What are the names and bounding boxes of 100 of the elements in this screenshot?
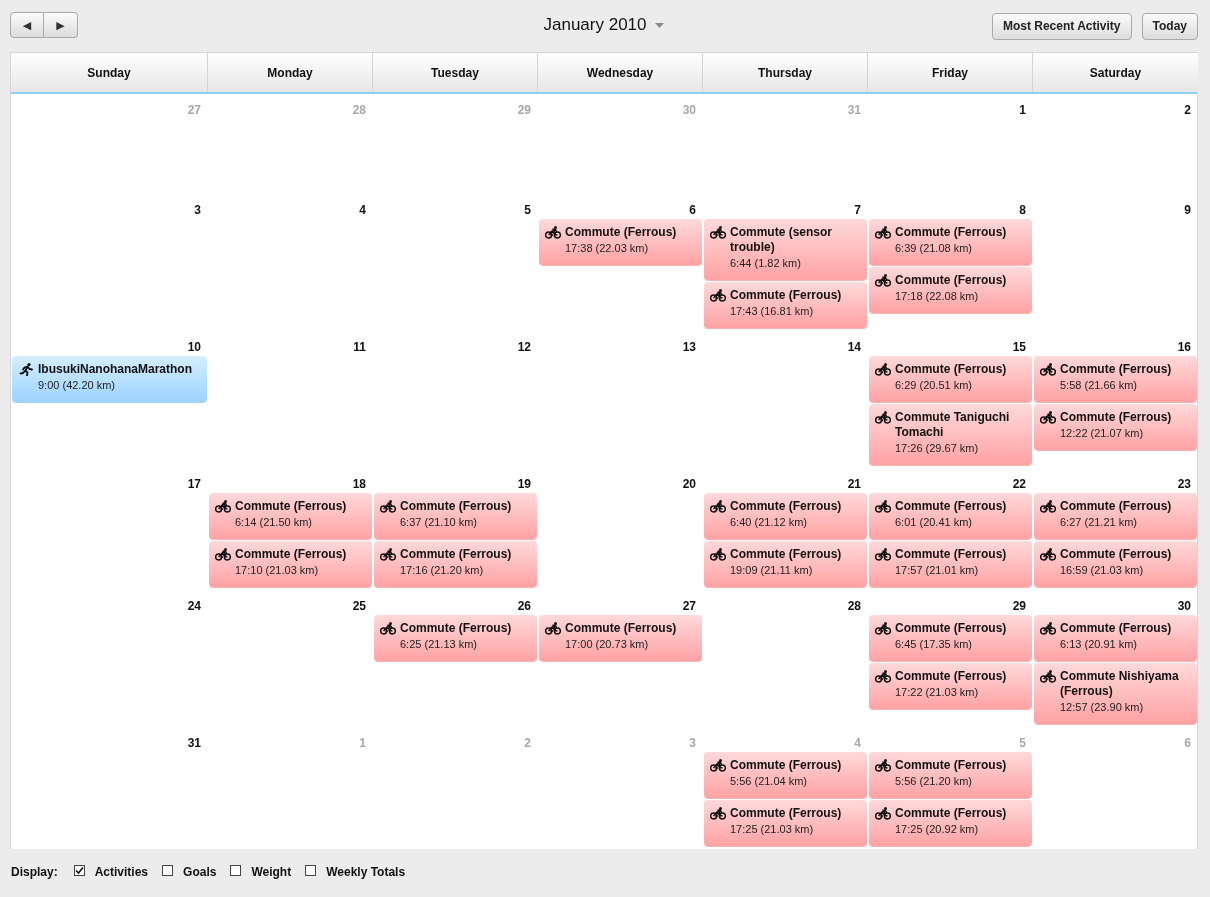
activity-title: Commute (Ferrous): [1060, 621, 1172, 636]
month-picker[interactable]: January 2010: [539, 13, 668, 37]
activity-entry[interactable]: Commute (Ferrous) 17:38 (22.03 km): [539, 219, 702, 265]
day-number: 7: [854, 203, 861, 217]
next-month-button[interactable]: ▶: [44, 12, 78, 38]
activity-entry[interactable]: Commute (Ferrous) 5:58 (21.66 km): [1034, 356, 1197, 402]
activity-entry[interactable]: Commute (Ferrous) 19:09 (21.11 km): [704, 541, 867, 587]
activity-entry[interactable]: Commute (Ferrous) 6:45 (17.35 km): [869, 615, 1032, 661]
activity-entry[interactable]: Commute (Ferrous) 6:13 (20.91 km): [1034, 615, 1197, 661]
activity-title: Commute (Ferrous): [1060, 362, 1172, 377]
day-number: 6: [689, 203, 696, 217]
activity-time-distance: 6:45 (17.35 km): [895, 637, 974, 652]
activity-time-distance: 17:18 (22.08 km): [895, 289, 980, 304]
bicycle-icon: [380, 622, 396, 635]
day-number: 12: [517, 340, 531, 354]
day-number: 3: [194, 203, 201, 217]
day-number: 8: [1019, 203, 1026, 217]
bicycle-icon: [875, 548, 891, 561]
activity-time-distance: 17:25 (20.92 km): [895, 822, 980, 837]
day-number: 15: [1012, 340, 1026, 354]
activity-entry[interactable]: Commute (Ferrous) 16:59 (21.03 km): [1034, 541, 1197, 587]
bicycle-icon: [875, 363, 891, 376]
day-number: 11: [353, 340, 366, 354]
checkbox[interactable]: [73, 864, 85, 876]
day-number: 2: [1184, 103, 1191, 117]
checkbox[interactable]: [305, 864, 317, 876]
bicycle-icon: [1040, 622, 1056, 635]
activity-entry[interactable]: Commute (Ferrous) 17:10 (21.03 km): [209, 541, 372, 587]
day-number: 29: [1012, 599, 1026, 613]
activity-title: Commute (Ferrous): [895, 499, 1007, 514]
activity-entry[interactable]: Commute (Ferrous) 6:39 (21.08 km): [869, 219, 1032, 265]
activity-entry[interactable]: IbusukiNanohanaMarathon 9:00 (42.20 km): [12, 356, 207, 402]
activity-time-distance: 6:44 (1.82 km): [730, 256, 802, 271]
activity-time-distance: 6:27 (21.21 km): [1060, 515, 1139, 530]
activity-entry[interactable]: Commute (Ferrous) 5:56 (21.04 km): [704, 752, 867, 798]
day-number: 18: [352, 477, 366, 491]
activity-title: Commute (Ferrous): [730, 288, 842, 303]
bicycle-icon: [875, 670, 891, 683]
activity-entry[interactable]: Commute (Ferrous) 6:27 (21.21 km): [1034, 493, 1197, 539]
bicycle-icon: [1040, 548, 1056, 561]
activity-entry[interactable]: Commute (Ferrous) 6:29 (20.51 km): [869, 356, 1032, 402]
toolbar-button[interactable]: Most Recent Activity: [991, 12, 1132, 40]
day-number: 19: [517, 477, 531, 491]
activity-entry[interactable]: Commute (Ferrous) 12:22 (21.07 km): [1034, 404, 1197, 450]
day-number: 6: [1184, 736, 1191, 750]
activity-time-distance: 6:40 (21.12 km): [730, 515, 809, 530]
activity-time-distance: 12:57 (23.90 km): [1060, 700, 1145, 715]
activity-title: Commute (Ferrous): [1060, 410, 1172, 425]
activity-entry[interactable]: Commute (Ferrous) 17:22 (21.03 km): [869, 663, 1032, 709]
day-number: 4: [854, 736, 861, 750]
activity-entry[interactable]: Commute (Ferrous) 17:00 (20.73 km): [539, 615, 702, 661]
activity-time-distance: 5:56 (21.04 km): [730, 774, 809, 789]
activity-entry[interactable]: Commute (Ferrous) 6:37 (21.10 km): [374, 493, 537, 539]
weekday-header: Tuesday: [373, 53, 538, 92]
runner-icon: [18, 363, 34, 376]
activity-time-distance: 17:22 (21.03 km): [895, 685, 980, 700]
activity-title: Commute (Ferrous): [565, 225, 677, 240]
activity-entry[interactable]: Commute (Ferrous) 17:25 (20.92 km): [869, 800, 1032, 846]
activity-entry[interactable]: Commute (Ferrous) 17:25 (21.03 km): [704, 800, 867, 846]
day-number: 1: [1019, 103, 1026, 117]
activity-entry[interactable]: Commute (Ferrous) 17:43 (16.81 km): [704, 282, 867, 328]
activity-title: IbusukiNanohanaMarathon: [38, 362, 192, 377]
activity-entry[interactable]: Commute Nishiyama (Ferrous) 12:57 (23.90 km): [1034, 663, 1197, 724]
previous-month-button[interactable]: ◀: [10, 12, 44, 38]
activity-title: Commute (Ferrous): [235, 499, 347, 514]
activity-title: Commute (Ferrous): [565, 621, 677, 636]
activity-title: Commute (sensor trouble): [730, 225, 834, 255]
activity-entry[interactable]: Commute (Ferrous) 5:56 (21.20 km): [869, 752, 1032, 798]
day-number: 23: [1177, 477, 1191, 491]
activity-entry[interactable]: Commute (Ferrous) 6:14 (21.50 km): [209, 493, 372, 539]
activity-title: Commute (Ferrous): [895, 273, 1007, 288]
checkbox[interactable]: [162, 864, 174, 876]
activity-entry[interactable]: Commute (Ferrous) 17:16 (21.20 km): [374, 541, 537, 587]
bicycle-icon: [875, 274, 891, 287]
activity-entry[interactable]: Commute (Ferrous) 6:01 (20.41 km): [869, 493, 1032, 539]
weekday-header: Friday: [868, 53, 1033, 92]
checkbox[interactable]: [230, 864, 242, 876]
activity-time-distance: 6:14 (21.50 km): [235, 515, 314, 530]
activity-entry[interactable]: Commute (Ferrous) 6:40 (21.12 km): [704, 493, 867, 539]
activity-entry[interactable]: Commute (Ferrous) 17:57 (21.01 km): [869, 541, 1032, 587]
bicycle-icon: [380, 500, 396, 513]
bicycle-icon: [1040, 500, 1056, 513]
activity-time-distance: 17:38 (22.03 km): [565, 241, 650, 256]
checkbox-label: Weekly Totals: [326, 865, 406, 879]
activity-title: Commute (Ferrous): [895, 362, 1007, 377]
activity-title: Commute (Ferrous): [235, 547, 347, 562]
day-number: 24: [187, 599, 201, 613]
activity-time-distance: 16:59 (21.03 km): [1060, 563, 1145, 578]
day-number: 21: [847, 477, 861, 491]
activity-entry[interactable]: Commute (sensor trouble) 6:44 (1.82 km): [704, 219, 867, 280]
activity-entry[interactable]: Commute (Ferrous) 17:18 (22.08 km): [869, 267, 1032, 313]
activity-entry[interactable]: Commute Taniguchi Tomachi 17:26 (29.67 km): [869, 404, 1032, 465]
day-number: 29: [517, 103, 531, 117]
activity-entry[interactable]: Commute (Ferrous) 6:25 (21.13 km): [374, 615, 537, 661]
bicycle-icon: [1040, 411, 1056, 424]
activity-title: Commute (Ferrous): [730, 758, 842, 773]
weekday-header: Wednesday: [538, 53, 703, 92]
activity-title: Commute Taniguchi Tomachi: [895, 410, 1011, 440]
toolbar-button[interactable]: Today: [1141, 12, 1198, 40]
day-number: 26: [517, 599, 531, 613]
